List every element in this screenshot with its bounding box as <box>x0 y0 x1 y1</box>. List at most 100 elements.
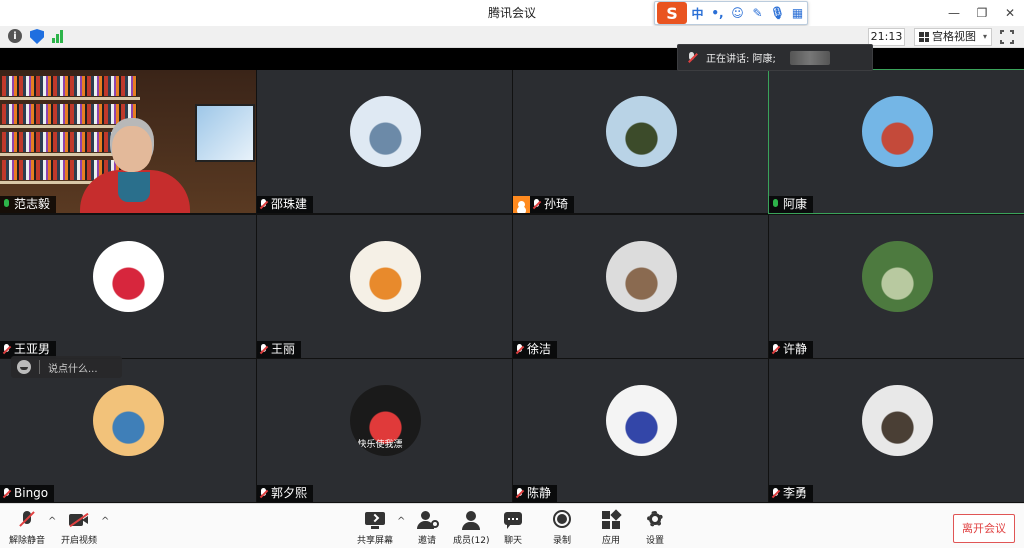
record-button[interactable]: 录制 <box>551 510 573 546</box>
grid-view-label: 宫格视图 <box>932 30 976 43</box>
participant-name-tag: 阿康 <box>769 196 814 213</box>
meeting-timer: 21:13 <box>868 28 905 46</box>
sogou-logo-icon[interactable]: S <box>657 2 687 24</box>
mic-off-icon <box>260 198 268 211</box>
members-button[interactable]: 成员(12) <box>453 510 489 546</box>
participant-name-tag: Bingo <box>0 485 55 502</box>
participant-tile[interactable]: 陈静 <box>513 359 768 502</box>
grid-view-button[interactable]: 宫格视图 ▾ <box>914 28 992 46</box>
minimize-button[interactable]: — <box>940 0 968 26</box>
participant-tile[interactable]: 许静 <box>769 215 1024 358</box>
participant-name-tag: 范志毅 <box>0 196 57 213</box>
video-options-caret[interactable]: ^ <box>101 516 109 527</box>
participant-avatar <box>861 241 933 312</box>
ime-handwrite-icon[interactable]: ✎ <box>748 6 767 20</box>
chat-icon <box>502 510 524 530</box>
window-controls: — ❐ ✕ <box>940 0 1024 26</box>
unmute-button[interactable]: 解除静音 <box>9 510 45 546</box>
chat-button[interactable]: 聊天 <box>502 510 524 546</box>
participant-avatar <box>93 241 164 312</box>
participant-video <box>0 70 256 213</box>
ime-punctuation-icon[interactable]: •, <box>708 6 727 20</box>
participant-avatar <box>93 385 164 456</box>
participant-name: 许静 <box>783 342 808 356</box>
participant-tile[interactable]: 徐洁 <box>513 215 768 358</box>
host-user-icon <box>513 196 530 213</box>
participant-tile[interactable]: 范志毅 <box>0 70 256 213</box>
participant-avatar <box>605 241 677 312</box>
leave-meeting-button[interactable]: 离开会议 <box>953 514 1015 543</box>
share-screen-label: 共享屏幕 <box>357 536 394 546</box>
audio-options-caret[interactable]: ^ <box>48 516 56 527</box>
participant-name-tag: 孙琦 <box>513 196 575 213</box>
mic-off-icon <box>772 343 780 356</box>
gear-icon <box>644 510 666 530</box>
chat-divider <box>39 360 40 374</box>
participant-name: 陈静 <box>527 486 552 500</box>
mic-on-icon <box>772 198 780 211</box>
participant-avatar <box>349 241 421 312</box>
chat-quick-input[interactable]: 说点什么... <box>11 356 122 378</box>
participant-name-tag: 郭夕熙 <box>257 485 314 502</box>
participant-tile[interactable]: 李勇 <box>769 359 1024 502</box>
mic-off-icon <box>686 51 698 64</box>
participant-name: Bingo <box>14 486 49 500</box>
invite-user-icon <box>416 510 439 530</box>
participant-name-tag: 李勇 <box>769 485 814 502</box>
participant-tile[interactable]: 阿康 <box>768 69 1024 214</box>
apps-icon <box>600 509 622 530</box>
avatar-caption: 快乐使我漂 <box>357 440 403 450</box>
mic-off-icon <box>260 487 268 500</box>
participant-tile[interactable]: 邵珠建 <box>257 70 512 213</box>
emoji-icon[interactable] <box>17 360 31 374</box>
title-bar: 腾讯会议 — ❐ ✕ <box>0 0 1024 26</box>
share-screen-button[interactable]: 共享屏幕 <box>357 510 393 546</box>
record-icon <box>551 510 573 530</box>
participant-tile[interactable]: 王亚男 <box>0 215 256 358</box>
participant-name: 阿康 <box>783 197 808 211</box>
participant-avatar <box>605 96 677 167</box>
participant-avatar <box>861 96 933 167</box>
mic-on-icon <box>3 198 11 211</box>
chat-placeholder: 说点什么... <box>48 363 98 375</box>
network-signal-icon[interactable] <box>52 29 63 43</box>
participant-name-tag: 徐洁 <box>513 341 558 358</box>
meeting-toolbar: 解除静音 ^ 开启视频 ^ 共享屏幕 ^ 邀请 成员(12) 聊天 录制 应用 … <box>0 503 1024 548</box>
participant-name: 李勇 <box>783 486 808 500</box>
participant-avatar <box>349 96 421 167</box>
apps-label: 应用 <box>601 536 620 546</box>
settings-button[interactable]: 设置 <box>644 510 666 546</box>
members-label: 成员(12) <box>453 536 490 546</box>
unmute-label: 解除静音 <box>9 536 46 546</box>
speaking-avatar-blur <box>789 50 830 65</box>
apps-button[interactable]: 应用 <box>600 509 622 546</box>
participant-name: 范志毅 <box>14 197 51 211</box>
mic-off-icon <box>533 198 541 211</box>
participant-tile[interactable]: Bingo <box>0 359 256 502</box>
restore-button[interactable]: ❐ <box>968 0 996 26</box>
settings-label: 设置 <box>645 536 664 546</box>
record-label: 录制 <box>552 536 571 546</box>
close-button[interactable]: ✕ <box>996 0 1024 26</box>
mic-off-icon <box>772 487 780 500</box>
fullscreen-icon[interactable] <box>999 29 1015 45</box>
invite-button[interactable]: 邀请 <box>416 510 439 546</box>
ime-emoji-icon[interactable]: ☺ <box>728 6 747 20</box>
mic-off-icon <box>516 487 524 500</box>
ime-toolbox-icon[interactable]: ▦ <box>788 6 807 20</box>
chevron-down-icon: ▾ <box>983 32 988 41</box>
chat-label: 聊天 <box>503 536 522 546</box>
meeting-info-icon[interactable]: i <box>8 29 22 43</box>
security-shield-icon[interactable] <box>30 29 44 44</box>
participant-tile[interactable]: 王丽 <box>257 215 512 358</box>
ime-chinese-mode-icon[interactable]: 中 <box>688 5 707 22</box>
start-video-button[interactable]: 开启视频 <box>61 510 97 546</box>
participant-tile[interactable]: 快乐使我漂郭夕熙 <box>257 359 512 502</box>
participant-avatar <box>605 385 677 456</box>
speaking-indicator: 正在讲话: 阿康; <box>677 44 873 71</box>
ime-voice-icon[interactable]: 🎙 <box>768 6 787 20</box>
share-options-caret[interactable]: ^ <box>397 516 405 527</box>
participant-name: 徐洁 <box>527 342 552 356</box>
participant-name: 孙琦 <box>544 197 569 211</box>
participant-tile[interactable]: 孙琦 <box>513 70 768 213</box>
